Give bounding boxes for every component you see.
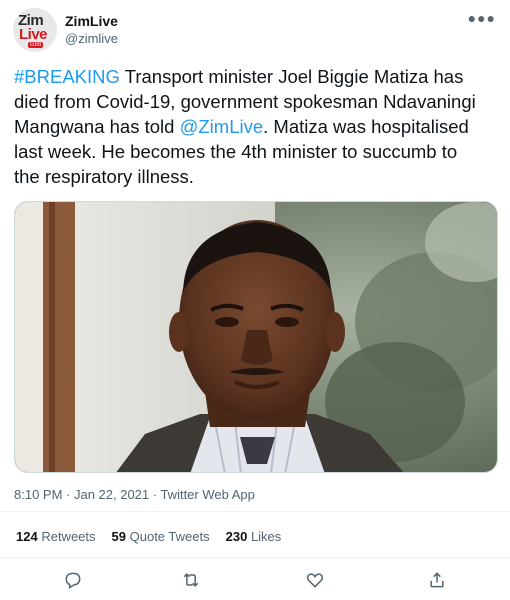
share-icon [430, 572, 444, 588]
tweet-actions [0, 566, 510, 594]
quote-tweets-label: Quote Tweets [129, 529, 210, 544]
retweets-count: 124 [16, 529, 38, 544]
avatar-text-com: com [28, 42, 44, 48]
hashtag-link[interactable]: #BREAKING [14, 66, 120, 87]
divider [0, 511, 510, 512]
tweet-timestamp[interactable]: 8:10 PM · Jan 22, 2021 · Twitter Web App [14, 487, 255, 502]
avatar[interactable]: Zim Live com [13, 8, 57, 52]
tweet-photo[interactable] [14, 201, 498, 473]
reply-icon [65, 572, 81, 589]
quote-tweets-count: 59 [111, 529, 126, 544]
tweet-text: #BREAKING Transport minister Joel Biggie… [14, 64, 484, 189]
share-button[interactable] [427, 570, 449, 592]
avatar-text-live: Live [19, 26, 48, 43]
reply-button[interactable] [63, 570, 85, 592]
likes-label: Likes [250, 529, 282, 544]
user-handle[interactable]: @zimlive [65, 31, 118, 46]
quote-tweets-stat[interactable]: 59 Quote Tweets [112, 529, 210, 544]
portrait-photo [15, 202, 497, 472]
tweet-stats: 124 Retweets 59 Quote Tweets 230 Likes [16, 529, 281, 544]
retweet-button[interactable] [181, 570, 203, 592]
more-icon[interactable]: ●●● [468, 10, 496, 26]
likes-count: 230 [225, 529, 248, 544]
likes-stat[interactable]: 230 Likes [226, 529, 282, 544]
display-name[interactable]: ZimLive [65, 13, 118, 29]
like-button[interactable] [305, 570, 327, 592]
retweet-icon [183, 573, 199, 587]
heart-icon [306, 573, 324, 588]
retweets-stat[interactable]: 124 Retweets [16, 529, 96, 544]
mention-link[interactable]: @ZimLive [180, 116, 264, 137]
retweets-label: Retweets [41, 529, 96, 544]
tweet-card: Zim Live com ZimLive @zimlive ●●● #BREAK… [0, 0, 510, 600]
divider [0, 557, 510, 558]
